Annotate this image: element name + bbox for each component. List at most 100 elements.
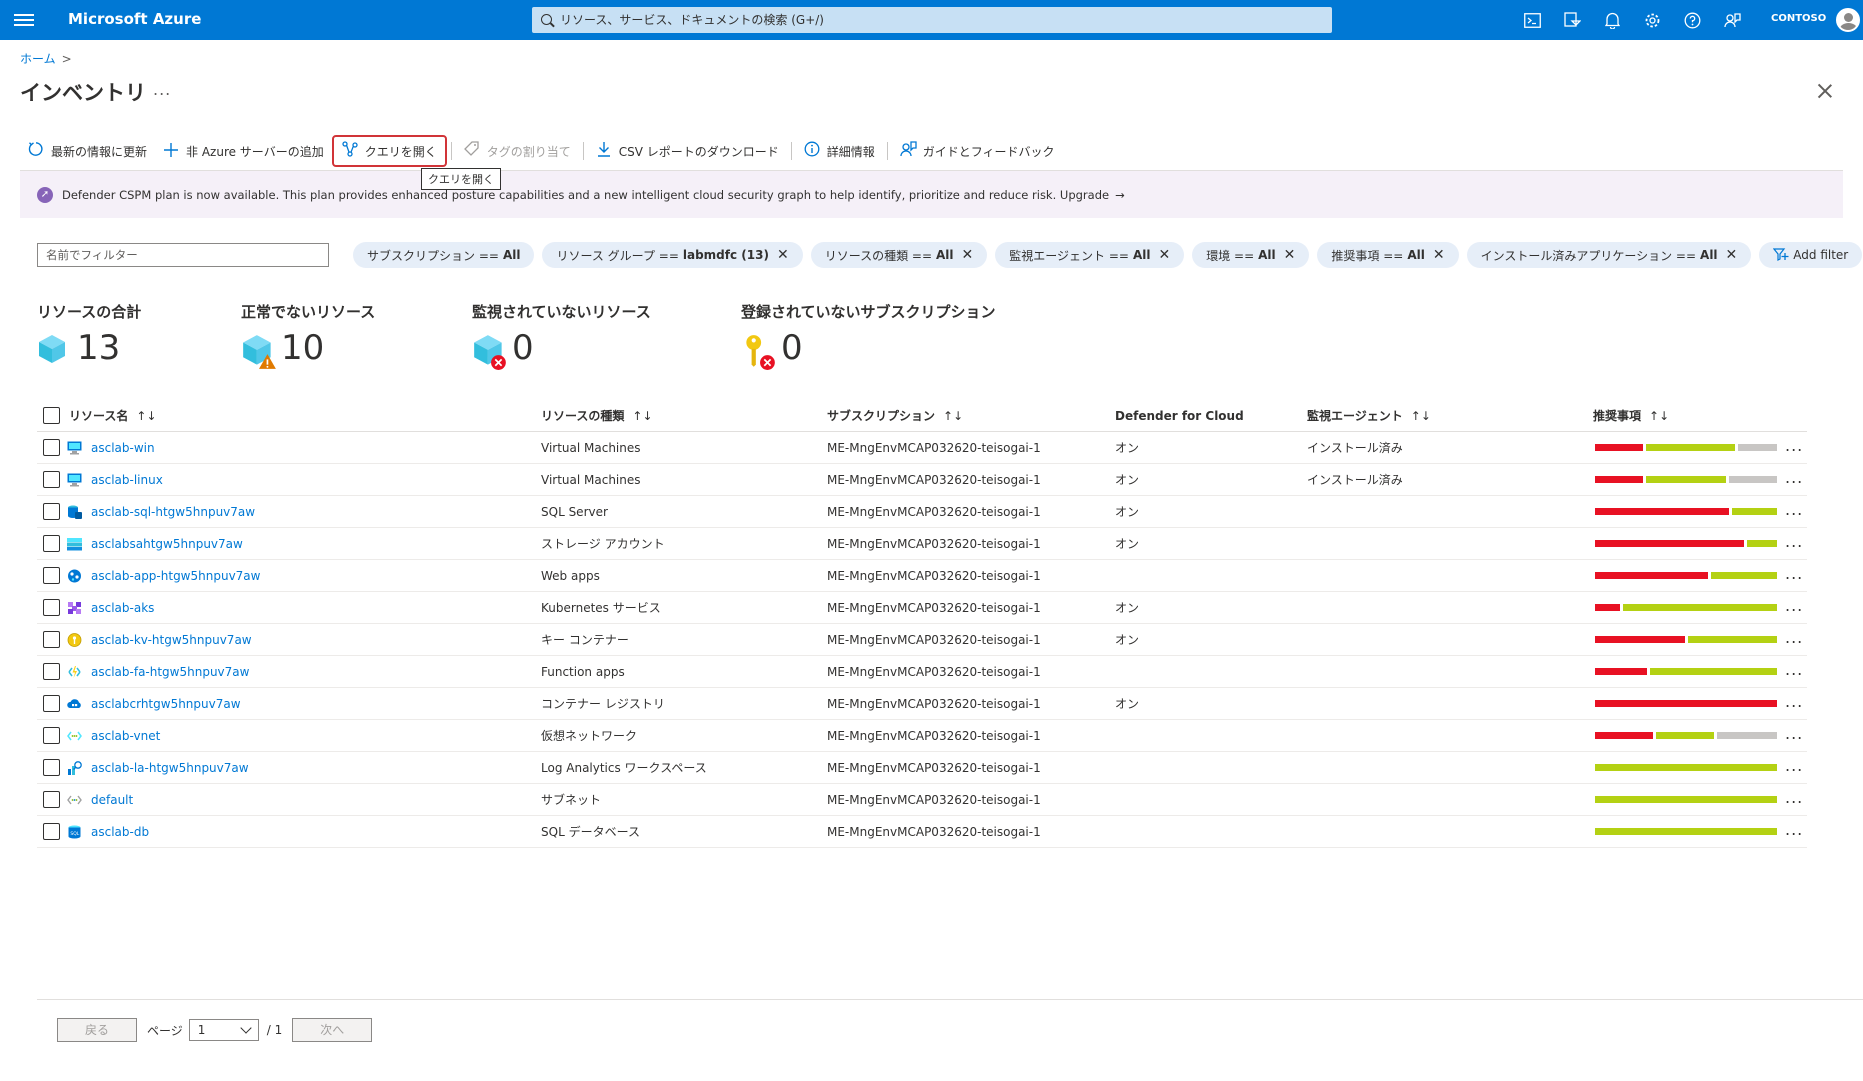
banner-arrow-icon[interactable]: → <box>1115 188 1125 202</box>
guide-feedback-button[interactable]: ガイドとフィードバック <box>892 135 1063 167</box>
account-name[interactable]: CONTOSO <box>1771 13 1826 24</box>
table-row[interactable]: asclab-linux Virtual Machines ME-MngEnvMCA… <box>37 464 1807 496</box>
resource-name-link[interactable]: asclab-win <box>91 432 155 464</box>
recommendations-bar[interactable] <box>1595 604 1777 611</box>
brand-title[interactable]: Microsoft Azure <box>68 10 201 28</box>
resource-name-link[interactable]: asclab-linux <box>91 464 163 496</box>
recommendations-bar[interactable] <box>1595 700 1777 707</box>
row-checkbox[interactable] <box>43 503 60 520</box>
filter-pill-recommendations[interactable]: 推奨事項 == All ✕ <box>1317 242 1459 268</box>
remove-filter-icon[interactable]: ✕ <box>1433 247 1445 263</box>
table-row[interactable]: asclab-kv-htgw5hnpuv7aw キー コンテナー ME-MngEnv… <box>37 624 1807 656</box>
filter-pill-resource-type[interactable]: リソースの種類 == All ✕ <box>810 242 988 268</box>
resource-name-link[interactable]: asclab-app-htgw5hnpuv7aw <box>91 560 260 592</box>
settings-gear-icon[interactable] <box>1642 10 1662 30</box>
resource-name-link[interactable]: asclabcrhtgw5hnpuv7aw <box>91 688 241 720</box>
sort-icon[interactable]: ↑↓ <box>1649 409 1669 423</box>
resource-name-link[interactable]: asclabsahtgw5hnpuv7aw <box>91 528 243 560</box>
resource-name-link[interactable]: default <box>91 784 133 816</box>
row-more-options-button[interactable]: ... <box>1785 656 1803 684</box>
remove-filter-icon[interactable]: ✕ <box>1158 247 1170 263</box>
name-filter-input[interactable] <box>37 243 329 267</box>
page-select[interactable]: 1 <box>188 1019 259 1041</box>
row-more-options-button[interactable]: ... <box>1785 432 1803 460</box>
row-more-options-button[interactable]: ... <box>1785 528 1803 556</box>
resource-name-link[interactable]: asclab-db <box>91 816 149 848</box>
breadcrumb-home-link[interactable]: ホーム <box>20 52 56 66</box>
remove-filter-icon[interactable]: ✕ <box>777 247 789 263</box>
table-row[interactable]: asclabcrhtgw5hnpuv7aw コンテナー レジストリ ME-MngEn… <box>37 688 1807 720</box>
column-header-agent[interactable]: 監視エージェント ↑↓ <box>1307 400 1431 432</box>
row-checkbox[interactable] <box>43 535 60 552</box>
hamburger-menu-icon[interactable] <box>14 11 34 29</box>
feedback-icon[interactable] <box>1722 10 1742 30</box>
row-checkbox[interactable] <box>43 567 60 584</box>
global-search-input[interactable]: リソース、サービス、ドキュメントの検索 (G+/) <box>532 7 1332 33</box>
row-more-options-button[interactable]: ... <box>1785 624 1803 652</box>
row-more-options-button[interactable]: ... <box>1785 816 1803 844</box>
table-row[interactable]: SQL asclab-db SQL データベース ME-MngEnvMCAP03262… <box>37 816 1807 848</box>
row-checkbox[interactable] <box>43 599 60 616</box>
column-header-name[interactable]: リソース名 ↑↓ <box>69 400 157 432</box>
user-avatar[interactable] <box>1836 8 1860 32</box>
remove-filter-icon[interactable]: ✕ <box>1726 247 1738 263</box>
recommendations-bar[interactable] <box>1595 636 1777 643</box>
row-more-options-button[interactable]: ... <box>1785 496 1803 524</box>
sort-icon[interactable]: ↑↓ <box>136 409 156 423</box>
select-all-checkbox[interactable] <box>43 407 60 424</box>
more-options-button[interactable]: ... <box>153 80 171 99</box>
assign-tags-button[interactable]: タグの割り当て <box>456 135 579 167</box>
close-icon[interactable] <box>1818 84 1832 98</box>
row-more-options-button[interactable]: ... <box>1785 752 1803 780</box>
recommendations-bar[interactable] <box>1595 796 1777 803</box>
sort-icon[interactable]: ↑↓ <box>1411 409 1431 423</box>
filter-pill-installed-apps[interactable]: インストール済みアプリケーション == All ✕ <box>1466 242 1752 268</box>
recommendations-bar[interactable] <box>1595 444 1777 451</box>
notifications-bell-icon[interactable] <box>1602 10 1622 30</box>
filter-pill-monitoring-agent[interactable]: 監視エージェント == All ✕ <box>995 242 1185 268</box>
banner-text[interactable]: Defender CSPM plan is now available. Thi… <box>62 188 1109 202</box>
table-row[interactable]: asclab-la-htgw5hnpuv7aw Log Analytics ワーク… <box>37 752 1807 784</box>
row-more-options-button[interactable]: ... <box>1785 560 1803 588</box>
filter-pill-resource-group[interactable]: リソース グループ == labmdfc (13) ✕ <box>542 242 803 268</box>
table-row[interactable]: asclabsahtgw5hnpuv7aw ストレージ アカウント ME-MngEn… <box>37 528 1807 560</box>
add-filter-button[interactable]: Add filter <box>1759 242 1863 268</box>
recommendations-bar[interactable] <box>1595 508 1777 515</box>
learn-more-button[interactable]: 詳細情報 <box>796 135 883 167</box>
row-more-options-button[interactable]: ... <box>1785 464 1803 492</box>
add-non-azure-server-button[interactable]: 非 Azure サーバーの追加 <box>155 135 332 167</box>
table-row[interactable]: asclab-app-htgw5hnpuv7aw Web apps ME-MngEn… <box>37 560 1807 592</box>
row-checkbox[interactable] <box>43 823 60 840</box>
refresh-button[interactable]: 最新の情報に更新 <box>20 135 155 167</box>
column-header-recommendations[interactable]: 推奨事項 ↑↓ <box>1593 400 1669 432</box>
column-header-subscription[interactable]: サブスクリプション ↑↓ <box>827 400 963 432</box>
sort-icon[interactable]: ↑↓ <box>943 409 963 423</box>
resource-name-link[interactable]: asclab-fa-htgw5hnpuv7aw <box>91 656 249 688</box>
resource-name-link[interactable]: asclab-la-htgw5hnpuv7aw <box>91 752 249 784</box>
row-checkbox[interactable] <box>43 663 60 680</box>
column-header-type[interactable]: リソースの種類 ↑↓ <box>541 400 653 432</box>
recommendations-bar[interactable] <box>1595 732 1777 739</box>
row-checkbox[interactable] <box>43 727 60 744</box>
remove-filter-icon[interactable]: ✕ <box>962 247 974 263</box>
row-checkbox[interactable] <box>43 631 60 648</box>
row-checkbox[interactable] <box>43 471 60 488</box>
table-row[interactable]: asclab-vnet 仮想ネットワーク ME-MngEnvMCAP032620-t… <box>37 720 1807 752</box>
filter-pill-subscription[interactable]: サブスクリプション == All <box>353 242 535 268</box>
recommendations-bar[interactable] <box>1595 572 1777 579</box>
table-row[interactable]: asclab-aks Kubernetes サービス ME-MngEnvMCAP03… <box>37 592 1807 624</box>
resource-name-link[interactable]: asclab-kv-htgw5hnpuv7aw <box>91 624 252 656</box>
directory-filter-icon[interactable] <box>1562 10 1582 30</box>
table-row[interactable]: default サブネット ME-MngEnvMCAP032620-teisogai… <box>37 784 1807 816</box>
previous-page-button[interactable]: 戻る <box>57 1018 137 1042</box>
remove-filter-icon[interactable]: ✕ <box>1284 247 1296 263</box>
resource-name-link[interactable]: asclab-sql-htgw5hnpuv7aw <box>91 496 255 528</box>
resource-name-link[interactable]: asclab-vnet <box>91 720 160 752</box>
row-checkbox[interactable] <box>43 695 60 712</box>
open-query-button[interactable]: クエリを開く <box>331 135 447 167</box>
row-more-options-button[interactable]: ... <box>1785 592 1803 620</box>
recommendations-bar[interactable] <box>1595 828 1777 835</box>
recommendations-bar[interactable] <box>1595 764 1777 771</box>
row-checkbox[interactable] <box>43 791 60 808</box>
row-checkbox[interactable] <box>43 759 60 776</box>
